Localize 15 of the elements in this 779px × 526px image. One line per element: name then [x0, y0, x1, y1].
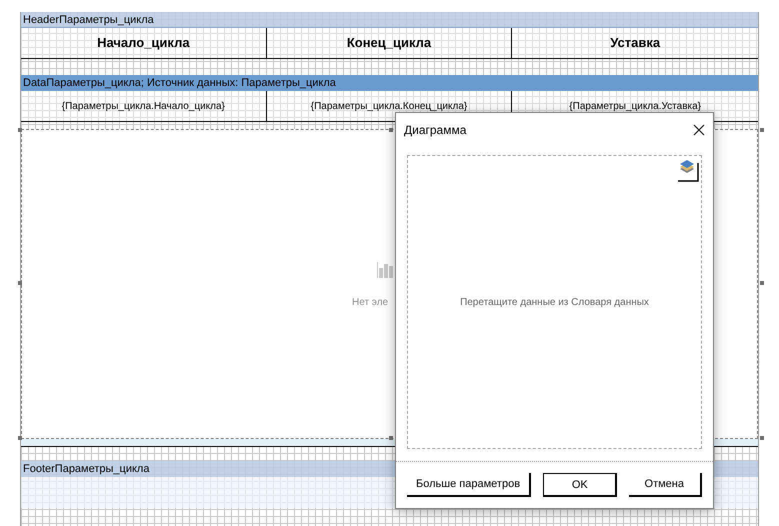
data-field: {Параметры_цикла.Начало_цикла} [21, 91, 267, 121]
column-header: Конец_цикла [266, 28, 512, 58]
empty-chart-label: Нет эле [352, 296, 388, 310]
ok-button[interactable]: OK [543, 473, 617, 497]
band-title: DataПараметры_цикла; Источник данных: Параметры_цикла [21, 75, 758, 91]
band-title: HeaderПараметры_цикла [21, 12, 758, 28]
bar-chart-icon [377, 262, 395, 278]
drop-hint: Перетащите данные из Словаря данных [460, 296, 649, 310]
layers-icon[interactable] [677, 159, 699, 183]
dialog-button[interactable]: Отмена [628, 473, 702, 497]
drop-area[interactable]: Перетащите данные из Словаря данных [407, 155, 702, 449]
close-icon[interactable] [693, 124, 705, 136]
column-header: Уставка [512, 28, 758, 58]
column-header: Начало_цикла [21, 28, 267, 58]
dialog-button[interactable]: Больше параметров [407, 473, 532, 497]
